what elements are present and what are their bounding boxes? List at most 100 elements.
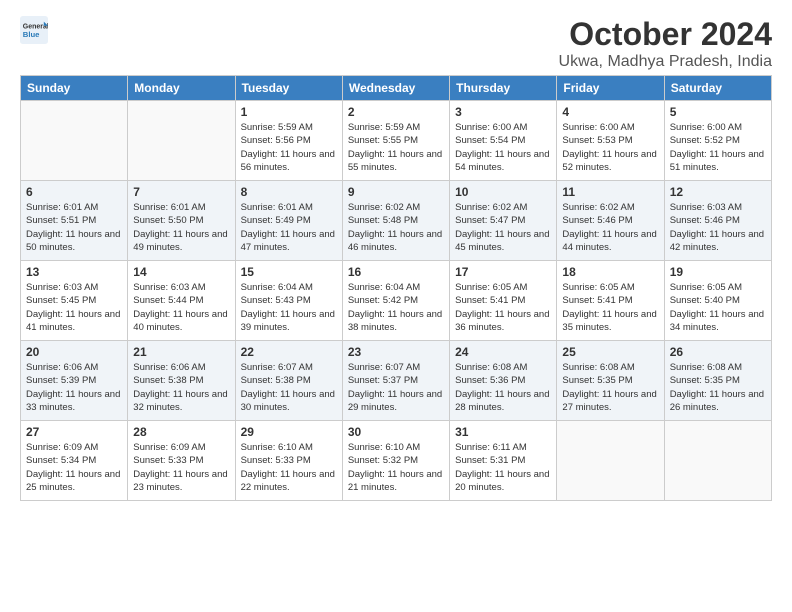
day-header-wednesday: Wednesday	[342, 76, 449, 101]
cell-day-number: 31	[455, 425, 551, 439]
cell-day-number: 5	[670, 105, 766, 119]
cell-day-number: 16	[348, 265, 444, 279]
cell-info: Sunrise: 6:01 AM Sunset: 5:50 PM Dayligh…	[133, 201, 229, 254]
calendar-cell	[128, 101, 235, 181]
calendar-cell: 17 Sunrise: 6:05 AM Sunset: 5:41 PM Dayli…	[450, 261, 557, 341]
calendar-cell: 24 Sunrise: 6:08 AM Sunset: 5:36 PM Dayli…	[450, 341, 557, 421]
calendar-cell: 11 Sunrise: 6:02 AM Sunset: 5:46 PM Dayli…	[557, 181, 664, 261]
cell-day-number: 15	[241, 265, 337, 279]
calendar-cell: 8 Sunrise: 6:01 AM Sunset: 5:49 PM Daylig…	[235, 181, 342, 261]
cell-day-number: 10	[455, 185, 551, 199]
cell-info: Sunrise: 5:59 AM Sunset: 5:55 PM Dayligh…	[348, 121, 444, 174]
cell-info: Sunrise: 6:06 AM Sunset: 5:38 PM Dayligh…	[133, 361, 229, 414]
cell-day-number: 2	[348, 105, 444, 119]
month-title: October 2024	[559, 16, 772, 53]
cell-day-number: 1	[241, 105, 337, 119]
cell-day-number: 27	[26, 425, 122, 439]
calendar-cell: 29 Sunrise: 6:10 AM Sunset: 5:33 PM Dayli…	[235, 421, 342, 501]
cell-info: Sunrise: 6:05 AM Sunset: 5:41 PM Dayligh…	[455, 281, 551, 334]
cell-info: Sunrise: 6:01 AM Sunset: 5:49 PM Dayligh…	[241, 201, 337, 254]
cell-day-number: 29	[241, 425, 337, 439]
calendar-table: SundayMondayTuesdayWednesdayThursdayFrid…	[20, 75, 772, 501]
cell-info: Sunrise: 6:01 AM Sunset: 5:51 PM Dayligh…	[26, 201, 122, 254]
cell-day-number: 28	[133, 425, 229, 439]
logo-area: General Blue	[20, 16, 50, 44]
cell-day-number: 25	[562, 345, 658, 359]
calendar-week-row: 1 Sunrise: 5:59 AM Sunset: 5:56 PM Daylig…	[21, 101, 772, 181]
cell-day-number: 12	[670, 185, 766, 199]
calendar-cell: 16 Sunrise: 6:04 AM Sunset: 5:42 PM Dayli…	[342, 261, 449, 341]
cell-info: Sunrise: 5:59 AM Sunset: 5:56 PM Dayligh…	[241, 121, 337, 174]
calendar-cell: 9 Sunrise: 6:02 AM Sunset: 5:48 PM Daylig…	[342, 181, 449, 261]
cell-info: Sunrise: 6:02 AM Sunset: 5:48 PM Dayligh…	[348, 201, 444, 254]
cell-day-number: 8	[241, 185, 337, 199]
cell-info: Sunrise: 6:03 AM Sunset: 5:45 PM Dayligh…	[26, 281, 122, 334]
calendar-week-row: 20 Sunrise: 6:06 AM Sunset: 5:39 PM Dayli…	[21, 341, 772, 421]
calendar-cell: 19Sunrise: 6:05 AM Sunset: 5:40 PM Dayli…	[664, 261, 771, 341]
day-header-monday: Monday	[128, 76, 235, 101]
calendar-week-row: 13 Sunrise: 6:03 AM Sunset: 5:45 PM Dayli…	[21, 261, 772, 341]
logo-icon: General Blue	[20, 16, 48, 44]
day-header-tuesday: Tuesday	[235, 76, 342, 101]
cell-info: Sunrise: 6:06 AM Sunset: 5:39 PM Dayligh…	[26, 361, 122, 414]
cell-day-number: 11	[562, 185, 658, 199]
cell-day-number: 14	[133, 265, 229, 279]
cell-info: Sunrise: 6:10 AM Sunset: 5:33 PM Dayligh…	[241, 441, 337, 494]
location-title: Ukwa, Madhya Pradesh, India	[559, 53, 772, 71]
cell-day-number: 6	[26, 185, 122, 199]
cell-info: Sunrise: 6:03 AM Sunset: 5:44 PM Dayligh…	[133, 281, 229, 334]
cell-info: Sunrise: 6:08 AM Sunset: 5:35 PM Dayligh…	[670, 361, 766, 414]
page: General Blue October 2024 Ukwa, Madhya P…	[0, 0, 792, 511]
cell-info: Sunrise: 6:03 AM Sunset: 5:46 PM Dayligh…	[670, 201, 766, 254]
cell-info: Sunrise: 6:08 AM Sunset: 5:36 PM Dayligh…	[455, 361, 551, 414]
cell-day-number: 20	[26, 345, 122, 359]
calendar-cell: 31 Sunrise: 6:11 AM Sunset: 5:31 PM Dayli…	[450, 421, 557, 501]
cell-day-number: 22	[241, 345, 337, 359]
title-area: October 2024 Ukwa, Madhya Pradesh, India	[559, 16, 772, 71]
calendar-cell	[557, 421, 664, 501]
calendar-cell: 23 Sunrise: 6:07 AM Sunset: 5:37 PM Dayli…	[342, 341, 449, 421]
cell-day-number: 21	[133, 345, 229, 359]
cell-day-number: 7	[133, 185, 229, 199]
cell-day-number: 17	[455, 265, 551, 279]
header: General Blue October 2024 Ukwa, Madhya P…	[20, 16, 772, 71]
calendar-cell: 6 Sunrise: 6:01 AM Sunset: 5:51 PM Daylig…	[21, 181, 128, 261]
cell-day-number: 9	[348, 185, 444, 199]
calendar-cell: 28Sunrise: 6:09 AM Sunset: 5:33 PM Dayli…	[128, 421, 235, 501]
cell-info: Sunrise: 6:02 AM Sunset: 5:46 PM Dayligh…	[562, 201, 658, 254]
calendar-cell: 7 Sunrise: 6:01 AM Sunset: 5:50 PM Daylig…	[128, 181, 235, 261]
calendar-cell: 26 Sunrise: 6:08 AM Sunset: 5:35 PM Dayli…	[664, 341, 771, 421]
cell-info: Sunrise: 6:11 AM Sunset: 5:31 PM Dayligh…	[455, 441, 551, 494]
calendar-cell: 2 Sunrise: 5:59 AM Sunset: 5:55 PM Daylig…	[342, 101, 449, 181]
cell-info: Sunrise: 6:05 AM Sunset: 5:41 PM Dayligh…	[562, 281, 658, 334]
calendar-cell	[21, 101, 128, 181]
cell-info: Sunrise: 6:09 AM Sunset: 5:34 PM Dayligh…	[26, 441, 122, 494]
calendar-cell: 21 Sunrise: 6:06 AM Sunset: 5:38 PM Dayli…	[128, 341, 235, 421]
calendar-cell: 20 Sunrise: 6:06 AM Sunset: 5:39 PM Dayli…	[21, 341, 128, 421]
cell-day-number: 24	[455, 345, 551, 359]
cell-info: Sunrise: 6:07 AM Sunset: 5:37 PM Dayligh…	[348, 361, 444, 414]
calendar-cell: 13 Sunrise: 6:03 AM Sunset: 5:45 PM Dayli…	[21, 261, 128, 341]
calendar-cell: 27 Sunrise: 6:09 AM Sunset: 5:34 PM Dayli…	[21, 421, 128, 501]
cell-day-number: 26	[670, 345, 766, 359]
calendar-cell: 18 Sunrise: 6:05 AM Sunset: 5:41 PM Dayli…	[557, 261, 664, 341]
calendar-cell: 30Sunrise: 6:10 AM Sunset: 5:32 PM Dayli…	[342, 421, 449, 501]
cell-info: Sunrise: 6:08 AM Sunset: 5:35 PM Dayligh…	[562, 361, 658, 414]
cell-day-number: 3	[455, 105, 551, 119]
calendar-week-row: 6 Sunrise: 6:01 AM Sunset: 5:51 PM Daylig…	[21, 181, 772, 261]
calendar-cell	[664, 421, 771, 501]
cell-day-number: 23	[348, 345, 444, 359]
cell-info: Sunrise: 6:00 AM Sunset: 5:54 PM Dayligh…	[455, 121, 551, 174]
cell-info: Sunrise: 6:04 AM Sunset: 5:43 PM Dayligh…	[241, 281, 337, 334]
cell-info: Sunrise: 6:04 AM Sunset: 5:42 PM Dayligh…	[348, 281, 444, 334]
cell-day-number: 18	[562, 265, 658, 279]
day-header-saturday: Saturday	[664, 76, 771, 101]
calendar-cell: 14 Sunrise: 6:03 AM Sunset: 5:44 PM Dayli…	[128, 261, 235, 341]
cell-info: Sunrise: 6:07 AM Sunset: 5:38 PM Dayligh…	[241, 361, 337, 414]
calendar-cell: 15 Sunrise: 6:04 AM Sunset: 5:43 PM Dayli…	[235, 261, 342, 341]
cell-day-number: 4	[562, 105, 658, 119]
cell-day-number: 13	[26, 265, 122, 279]
calendar-cell: 3 Sunrise: 6:00 AM Sunset: 5:54 PM Daylig…	[450, 101, 557, 181]
cell-day-number: 19	[670, 265, 766, 279]
calendar-cell: 4Sunrise: 6:00 AM Sunset: 5:53 PM Daylig…	[557, 101, 664, 181]
